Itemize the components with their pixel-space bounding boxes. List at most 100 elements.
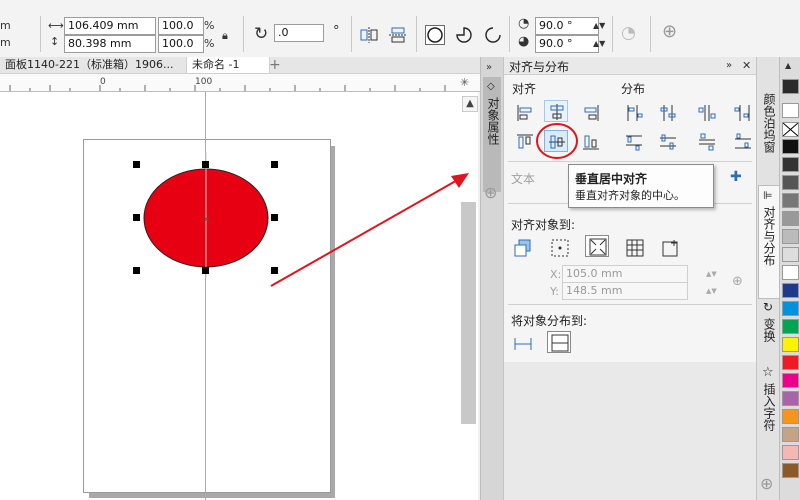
direction-icon[interactable]: ◔ (621, 25, 636, 42)
spin-arrows-icon[interactable]: ▲▼ (706, 267, 717, 281)
close-panel-icon[interactable]: ✕ (742, 59, 751, 73)
palette-scroll-up-icon[interactable]: ▲ (785, 59, 791, 73)
distribute-middle-button[interactable] (655, 130, 679, 152)
tab-document-1[interactable]: 面板1140-221（标准箱）1906... (0, 57, 188, 73)
tab-color-docker[interactable]: 颜色泊坞窗 (759, 81, 777, 193)
color-swatch[interactable] (782, 301, 799, 316)
align-horizontal-center-button[interactable] (544, 100, 568, 122)
align-top-button[interactable] (512, 130, 536, 152)
distribute-to-selection-button[interactable] (510, 332, 534, 354)
color-swatch[interactable] (782, 283, 799, 298)
object-properties-tab[interactable]: 对象属性 ◇ (483, 77, 501, 192)
color-swatch[interactable] (782, 193, 799, 208)
color-swatch[interactable] (782, 319, 799, 334)
y-coordinate-field[interactable]: 148.5 mm (562, 282, 688, 300)
degree-label: ° (333, 24, 340, 39)
width-icon: ⟷ (48, 19, 64, 32)
color-swatch[interactable] (782, 247, 799, 262)
align-to-selection-edge-button[interactable] (547, 236, 571, 258)
ruler-ticks (9, 85, 446, 91)
tab-document-2[interactable]: 未命名 -1 (186, 57, 270, 73)
align-bottom-button[interactable] (578, 130, 602, 152)
tab-align-distribute[interactable]: ⊫ 对齐与分布 (758, 185, 780, 299)
transform-icon: ↻ (763, 300, 774, 314)
target-point-icon[interactable]: ⊕ (732, 275, 743, 289)
start-angle-field[interactable]: 90.0 ° (535, 17, 599, 35)
tab-insert-character[interactable]: ☆ 插入字符 (759, 365, 777, 447)
color-swatch[interactable] (782, 391, 799, 406)
text-align-icon[interactable]: ✚ (730, 170, 742, 184)
spin-arrows-icon[interactable]: ▲▼ (706, 284, 717, 298)
rotation-field[interactable]: .0 (274, 24, 324, 42)
scroll-up-button[interactable]: ▲ (462, 96, 478, 112)
distribute-bottom-button[interactable] (730, 130, 754, 152)
color-swatch[interactable] (782, 265, 799, 280)
align-left-button[interactable] (512, 101, 536, 123)
x-label: X: (550, 268, 562, 281)
ellipse-shape-icon[interactable] (425, 25, 445, 45)
align-to-page-edge-button[interactable] (585, 235, 609, 257)
color-swatch[interactable] (782, 211, 799, 226)
color-swatch[interactable] (782, 445, 799, 460)
color-swatch[interactable] (782, 79, 799, 94)
color-swatch[interactable] (782, 409, 799, 424)
align-to-grid-button[interactable] (622, 236, 646, 258)
annotation-circle (536, 123, 578, 159)
add-tab-button[interactable]: + (264, 57, 286, 73)
percent-label: % (204, 37, 215, 50)
horizontal-ruler: 0 100 ✳ (0, 74, 480, 92)
percent-label: % (204, 19, 215, 32)
tab-transform[interactable]: ↻ 变换 (759, 300, 777, 358)
spin-arrows-icon[interactable]: ▲▼ (593, 19, 605, 33)
panel-title-bar: 对齐与分布 » ✕ (504, 57, 756, 75)
spin-arrows-icon[interactable]: ▲▼ (593, 37, 605, 51)
color-swatch[interactable] (782, 463, 799, 478)
distribute-to-header: 将对象分布到: (511, 314, 588, 328)
x-coordinate-field[interactable]: 105.0 mm (562, 265, 688, 283)
mirror-vertical-icon[interactable] (389, 27, 407, 43)
color-swatch[interactable] (782, 103, 799, 118)
color-swatch[interactable] (782, 373, 799, 388)
color-swatch[interactable] (782, 175, 799, 190)
color-swatch[interactable] (782, 139, 799, 154)
expand-docker-icon[interactable]: » (486, 61, 492, 75)
color-swatch[interactable] (782, 157, 799, 172)
end-angle-icon: ◕ (518, 34, 530, 49)
distribute-left-button[interactable] (621, 101, 645, 123)
ruler-settings-icon[interactable]: ✳ (460, 76, 469, 90)
selected-ellipse[interactable]: × (125, 152, 287, 278)
align-tab-icon: ⊫ (763, 189, 773, 202)
width-field[interactable]: 106.409 mm (64, 17, 156, 35)
color-swatch[interactable] (782, 427, 799, 442)
color-swatch[interactable] (782, 229, 799, 244)
no-color-swatch[interactable] (782, 122, 799, 137)
height-field[interactable]: 80.398 mm (64, 35, 156, 53)
pie-shape-icon[interactable] (455, 26, 473, 44)
distribute-center-button[interactable] (655, 101, 679, 123)
color-swatch[interactable] (782, 337, 799, 352)
separator (351, 16, 352, 52)
collapse-panel-icon[interactable]: » (726, 59, 732, 73)
mirror-horizontal-icon[interactable] (360, 27, 378, 43)
add-docker-icon[interactable]: ⊕ (484, 185, 497, 201)
align-right-button[interactable] (578, 101, 602, 123)
partial-field-label: m (0, 19, 11, 32)
distribute-top-button[interactable] (621, 130, 645, 152)
arc-shape-icon[interactable] (484, 26, 502, 44)
distribute-vspacing-button[interactable] (694, 130, 718, 152)
distribute-right-button[interactable] (730, 101, 754, 123)
docker-tab-strip: » 对象属性 ◇ ⊕ (480, 57, 503, 500)
align-to-active-object-button[interactable] (510, 236, 534, 258)
color-swatch[interactable] (782, 355, 799, 370)
align-to-specified-point-button[interactable] (658, 236, 682, 258)
lock-ratio-icon[interactable]: 🔒︎ (222, 29, 228, 43)
align-docker-label: 对齐与分布 (762, 206, 776, 266)
add-icon[interactable]: ⊕ (662, 23, 677, 41)
distribute-to-page-button[interactable] (547, 331, 571, 353)
scale-y-field[interactable]: 100.0 (158, 35, 204, 53)
scale-x-field[interactable]: 100.0 (158, 17, 204, 35)
add-docker-icon[interactable]: ⊕ (760, 476, 773, 492)
drawing-canvas[interactable]: ▲ × (0, 92, 478, 500)
end-angle-field[interactable]: 90.0 ° (535, 35, 599, 53)
distribute-spacing-button[interactable] (694, 101, 718, 123)
